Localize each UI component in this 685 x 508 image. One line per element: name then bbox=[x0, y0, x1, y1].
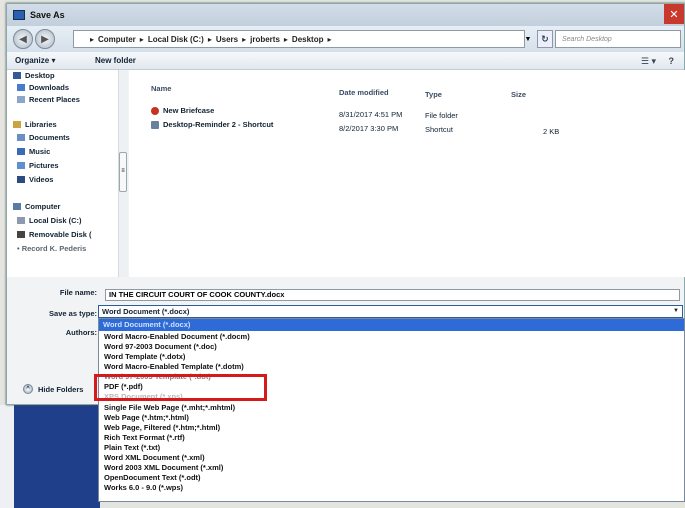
pdf-highlight-box bbox=[94, 374, 267, 401]
nav-item-libraries[interactable]: Libraries bbox=[13, 120, 57, 129]
option-xml-2003[interactable]: Word 2003 XML Document (*.xml) bbox=[104, 463, 223, 472]
chevron-down-icon: ▼ bbox=[673, 308, 679, 314]
file-type: Shortcut bbox=[425, 125, 453, 134]
breadcrumb-users[interactable]: Users bbox=[216, 35, 238, 44]
option-wps[interactable]: Works 6.0 - 9.0 (*.wps) bbox=[104, 483, 183, 492]
forward-arrow-icon: ▶ bbox=[41, 33, 49, 45]
file-type: File folder bbox=[425, 111, 458, 120]
forward-button[interactable]: ▶ bbox=[35, 29, 55, 49]
search-input[interactable]: Search Desktop bbox=[555, 30, 681, 48]
breadcrumb-separator-icon: ▸ bbox=[90, 34, 95, 44]
word-app-icon bbox=[13, 10, 25, 20]
new-folder-button[interactable]: New folder bbox=[95, 56, 136, 65]
column-header-type[interactable]: Type bbox=[425, 90, 442, 99]
breadcrumb-separator-icon: ▸ bbox=[207, 34, 212, 44]
option-dotm[interactable]: Word Macro-Enabled Template (*.dotm) bbox=[104, 362, 244, 371]
file-size: 2 KB bbox=[543, 127, 560, 136]
file-date: 8/31/2017 4:51 PM bbox=[339, 110, 403, 119]
word-window-edge bbox=[0, 405, 14, 508]
address-bar[interactable]: ▸ Computer ▸ Local Disk (C:) ▸ Users ▸ j… bbox=[73, 30, 525, 48]
recent-places-icon bbox=[17, 96, 25, 103]
documents-icon bbox=[17, 134, 25, 141]
briefcase-icon bbox=[151, 106, 159, 115]
command-bar: Organize ▾ New folder ☰ ▾ ? bbox=[7, 52, 684, 70]
back-button[interactable]: ◀ bbox=[13, 29, 33, 49]
option-odt[interactable]: OpenDocument Text (*.odt) bbox=[104, 473, 201, 482]
scrollbar-thumb[interactable]: ≡ bbox=[119, 152, 127, 192]
nav-item-computer[interactable]: Computer bbox=[13, 202, 60, 211]
nav-item-record[interactable]: • Record K. Pederis bbox=[17, 244, 86, 253]
option-htm-filtered[interactable]: Web Page, Filtered (*.htm;*.html) bbox=[104, 423, 220, 432]
drive-icon bbox=[17, 217, 25, 224]
column-header-date[interactable]: Date modified bbox=[339, 88, 389, 97]
breadcrumb-separator-icon: ▸ bbox=[242, 34, 247, 44]
file-name-input[interactable]: IN THE CIRCUIT COURT OF COOK COUNTY.docx bbox=[105, 289, 680, 301]
nav-item-pictures[interactable]: Pictures bbox=[17, 161, 59, 170]
breadcrumb-jroberts[interactable]: jroberts bbox=[250, 35, 280, 44]
option-txt[interactable]: Plain Text (*.txt) bbox=[104, 443, 160, 452]
refresh-icon: ↻ bbox=[541, 33, 549, 44]
nav-item-downloads[interactable]: Downloads bbox=[17, 83, 69, 92]
chevron-up-icon: ^ bbox=[23, 384, 33, 394]
breadcrumb-separator-icon: ▸ bbox=[327, 34, 332, 44]
column-header-size[interactable]: Size bbox=[511, 90, 526, 99]
music-icon bbox=[17, 148, 25, 155]
file-date: 8/2/2017 3:30 PM bbox=[339, 124, 399, 133]
hide-folders-button[interactable]: ^ Hide Folders bbox=[23, 384, 83, 394]
refresh-button[interactable]: ↻ bbox=[537, 30, 553, 48]
libraries-icon bbox=[13, 121, 21, 128]
window-title: Save As bbox=[30, 10, 65, 20]
option-dotx[interactable]: Word Template (*.dotx) bbox=[104, 352, 185, 361]
nav-item-recent-places[interactable]: Recent Places bbox=[17, 95, 80, 104]
view-options-icon[interactable]: ☰ ▾ ? bbox=[641, 56, 674, 67]
address-dropdown-icon[interactable]: ▼ bbox=[523, 30, 533, 48]
computer-icon bbox=[13, 203, 21, 210]
close-button[interactable]: ✕ bbox=[664, 4, 684, 24]
file-name-label: File name: bbox=[59, 288, 97, 297]
word-window-background bbox=[0, 405, 100, 508]
save-as-type-select[interactable]: Word Document (*.docx) ▼ bbox=[98, 305, 683, 318]
nav-item-videos[interactable]: Videos bbox=[17, 175, 53, 184]
breadcrumb-local-disk[interactable]: Local Disk (C:) bbox=[148, 35, 204, 44]
breadcrumb-separator-icon: ▸ bbox=[139, 34, 144, 44]
address-row: ◀ ▶ ▸ Computer ▸ Local Disk (C:) ▸ Users… bbox=[7, 26, 684, 52]
file-list: Name Date modified Type Size New Briefca… bbox=[129, 70, 685, 277]
shortcut-icon bbox=[151, 120, 159, 129]
breadcrumb-desktop[interactable]: Desktop bbox=[292, 35, 324, 44]
videos-icon bbox=[17, 176, 25, 183]
save-as-type-label: Save as type: bbox=[49, 309, 97, 318]
column-header-name[interactable]: Name bbox=[151, 84, 171, 93]
option-xml[interactable]: Word XML Document (*.xml) bbox=[104, 453, 205, 462]
nav-item-local-disk[interactable]: Local Disk (C:) bbox=[17, 216, 82, 225]
back-arrow-icon: ◀ bbox=[19, 33, 27, 45]
pictures-icon bbox=[17, 162, 25, 169]
option-htm[interactable]: Web Page (*.htm;*.html) bbox=[104, 413, 189, 422]
file-row[interactable]: New Briefcase bbox=[151, 106, 214, 115]
downloads-icon bbox=[17, 84, 25, 91]
nav-item-desktop[interactable]: Desktop bbox=[13, 71, 55, 80]
title-bar: Save As bbox=[7, 4, 684, 26]
desktop-icon bbox=[13, 72, 21, 79]
breadcrumb-computer[interactable]: Computer bbox=[98, 35, 136, 44]
nav-item-music[interactable]: Music bbox=[17, 147, 50, 156]
nav-item-removable-disk[interactable]: Removable Disk ( bbox=[17, 230, 92, 239]
breadcrumb-separator-icon: ▸ bbox=[283, 34, 288, 44]
authors-label: Authors: bbox=[65, 328, 97, 337]
option-doc[interactable]: Word 97-2003 Document (*.doc) bbox=[104, 342, 217, 351]
file-row[interactable]: Desktop-Reminder 2 - Shortcut bbox=[151, 120, 273, 129]
option-docm[interactable]: Word Macro-Enabled Document (*.docm) bbox=[104, 332, 250, 341]
removable-drive-icon bbox=[17, 231, 25, 238]
organize-button[interactable]: Organize ▾ bbox=[15, 56, 55, 65]
option-mht[interactable]: Single File Web Page (*.mht;*.mhtml) bbox=[104, 403, 235, 412]
option-rtf[interactable]: Rich Text Format (*.rtf) bbox=[104, 433, 185, 442]
navigation-pane: Desktop Downloads Recent Places Librarie… bbox=[7, 70, 119, 277]
option-selected[interactable]: Word Document (*.docx) bbox=[99, 319, 684, 331]
save-as-type-dropdown: Word Document (*.docx) Word Macro-Enable… bbox=[98, 318, 685, 502]
nav-item-documents[interactable]: Documents bbox=[17, 133, 70, 142]
